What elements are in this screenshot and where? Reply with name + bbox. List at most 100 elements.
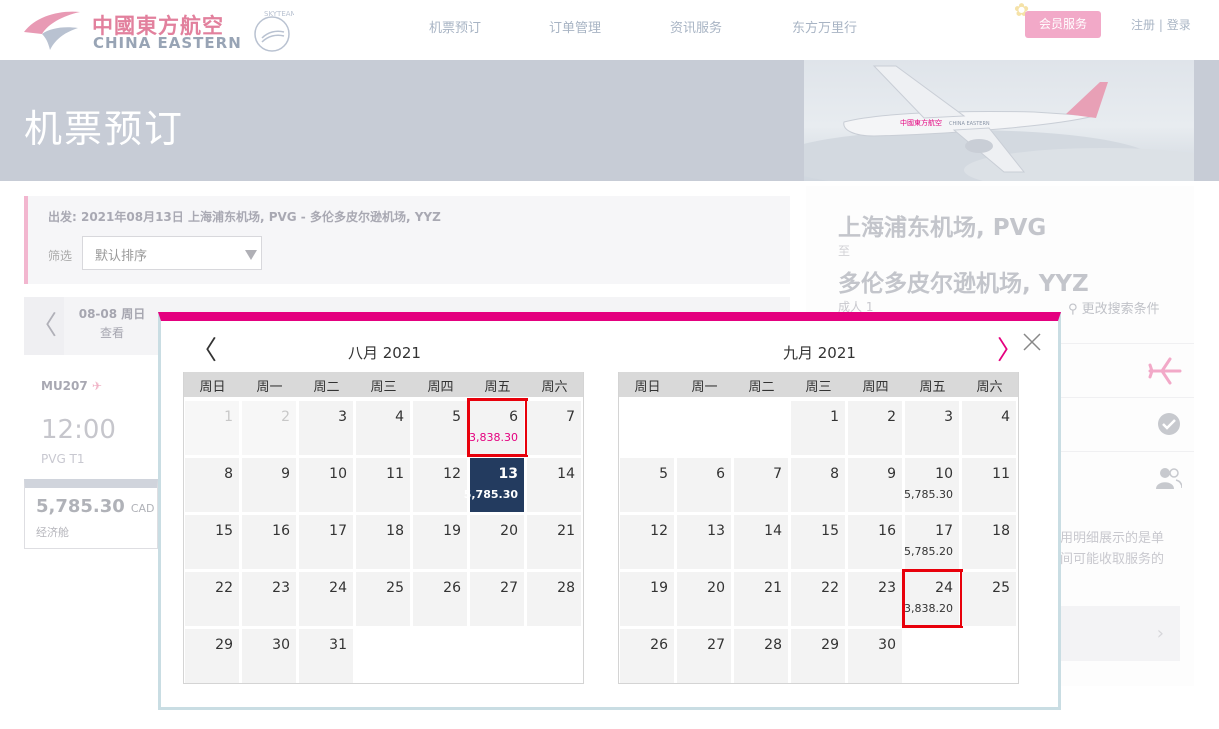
search-icon: ⚲ (1068, 302, 1078, 317)
calendar-day[interactable]: 7 (527, 401, 581, 455)
calendar-day[interactable]: 16 (848, 515, 902, 569)
calendar-day[interactable]: 24 (299, 572, 353, 626)
page-banner: 机票预订 中國東方航空 CHINA EASTERN (0, 60, 1219, 181)
calendar-day[interactable]: 13 (677, 515, 731, 569)
summary-row-passenger (1060, 451, 1194, 505)
search-summary: 出发: 2021年08月13日 上海浦东机场, PVG - 多伦多皮尔逊机场, … (24, 196, 790, 284)
calendar-day[interactable]: 15 (791, 515, 845, 569)
calendar-day-number: 14 (557, 466, 575, 482)
calendar-day[interactable]: 18 (356, 515, 410, 569)
flight-card[interactable]: MU207 ✈ 12:00 PVG T1 (24, 367, 158, 479)
calendar-day[interactable]: 16 (242, 515, 296, 569)
calendar-day[interactable]: 22 (791, 572, 845, 626)
calendar-day[interactable]: 12 (413, 458, 467, 512)
calendar-day[interactable]: 4 (962, 401, 1016, 455)
calendar-day[interactable]: 24 3,838.20 (904, 572, 959, 626)
calendar-day-number: 20 (707, 580, 725, 596)
calendar-day-number: 21 (764, 580, 782, 596)
next-month-button[interactable]: 〉 (997, 338, 1023, 364)
calendar-day[interactable]: 5 (413, 401, 467, 455)
calendar-day[interactable]: 4 (356, 401, 410, 455)
calendar-day[interactable]: 26 (413, 572, 467, 626)
fare-note: 用明细展示的是单 间可能收取服务的 (1060, 528, 1182, 570)
date-prev-button[interactable]: 〈 (24, 297, 64, 355)
calendar-day[interactable]: 27 (470, 572, 524, 626)
origin-airport: 上海浦东机场, PVG (838, 215, 1047, 241)
calendar-day[interactable]: 26 (620, 629, 674, 683)
calendar-day[interactable]: 28 (527, 572, 581, 626)
calendar-day[interactable]: 3 (299, 401, 353, 455)
calendar-day-number: 10 (935, 466, 953, 482)
calendar-day[interactable]: 10 (299, 458, 353, 512)
calendar-day[interactable]: 18 (962, 515, 1016, 569)
calendar-day-selected[interactable]: 13 5,785.30 (464, 458, 524, 512)
nav-item-orders[interactable]: 订单管理 (549, 17, 601, 36)
continue-button[interactable]: › (1060, 606, 1180, 661)
calendar-day-number: 26 (650, 637, 668, 653)
calendar-day[interactable]: 30 (848, 629, 902, 683)
calendar-day-number: 15 (821, 523, 839, 539)
calendar-day[interactable]: 17 (299, 515, 353, 569)
calendar-day[interactable]: 21 (734, 572, 788, 626)
calendar-day[interactable]: 31 (299, 629, 353, 683)
calendar-day[interactable]: 6 (677, 458, 731, 512)
calendar-day[interactable]: 1 (791, 401, 845, 455)
calendar-day[interactable]: 25 (962, 572, 1016, 626)
calendar-day: 2 (242, 401, 296, 455)
calendar-day[interactable]: 7 (734, 458, 788, 512)
nav-item-miles[interactable]: 东方万里行 (792, 17, 857, 36)
calendar-day-number: 8 (224, 466, 233, 482)
calendar-day[interactable]: 29 (185, 629, 239, 683)
calendar-day[interactable]: 8 (791, 458, 845, 512)
calendar-day[interactable]: 15 (185, 515, 239, 569)
fare-card[interactable]: 5,785.30 CAD 经济舱 (24, 479, 158, 549)
nav-item-booking[interactable]: 机票预订 (429, 17, 481, 36)
airplane-banner-image: 中國東方航空 CHINA EASTERN (804, 60, 1194, 181)
calendar-day[interactable]: 29 (791, 629, 845, 683)
prev-month-button[interactable]: 〈 (191, 338, 217, 364)
modify-search-link[interactable]: ⚲ 更改搜索条件 (1068, 298, 1160, 317)
calendar-day-price: 3,838.20 (904, 602, 953, 615)
passengers-icon (1156, 468, 1182, 489)
calendar-day[interactable]: 28 (734, 629, 788, 683)
calendar-day[interactable]: 27 (677, 629, 731, 683)
date-strip-item[interactable]: 08-08 周日 查看 (72, 305, 152, 343)
calendar-day[interactable]: 23 (848, 572, 902, 626)
calendar-day[interactable]: 17 5,785.20 (904, 515, 959, 569)
calendar-day[interactable]: 5 (620, 458, 674, 512)
calendar-day[interactable]: 19 (413, 515, 467, 569)
weekday-label: 周四 (862, 380, 889, 395)
calendar-day[interactable]: 6 3,838.30 (469, 401, 524, 455)
calendar-day[interactable]: 9 (848, 458, 902, 512)
calendar-day[interactable]: 10 5,785.30 (904, 458, 959, 512)
calendar-day[interactable]: 11 (962, 458, 1016, 512)
calendar-day[interactable]: 22 (185, 572, 239, 626)
calendar-day[interactable]: 20 (677, 572, 731, 626)
calendar-day-number: 9 (887, 466, 896, 482)
sort-select[interactable]: 默认排序 (82, 236, 262, 270)
calendar-day[interactable]: 8 (185, 458, 239, 512)
calendar-day[interactable]: 3 (905, 401, 959, 455)
china-eastern-logo[interactable]: 中國東方航空 CHINA EASTERN SKYTEAM (22, 6, 294, 56)
login-link[interactable]: 登录 (1167, 18, 1191, 32)
chevron-left-icon: 〈 (30, 311, 57, 341)
calendar-day[interactable]: 14 (734, 515, 788, 569)
close-icon[interactable] (1021, 331, 1043, 353)
chevron-right-icon: 〉 (997, 336, 1024, 366)
calendar-day[interactable]: 30 (242, 629, 296, 683)
weekday-label: 周二 (313, 380, 340, 395)
calendar-day[interactable]: 25 (356, 572, 410, 626)
calendar-day[interactable]: 23 (242, 572, 296, 626)
calendar-day[interactable]: 9 (242, 458, 296, 512)
calendar-day[interactable]: 21 (527, 515, 581, 569)
calendar-day[interactable]: 12 (620, 515, 674, 569)
calendar-day[interactable]: 20 (470, 515, 524, 569)
calendar-day[interactable]: 11 (356, 458, 410, 512)
calendar-day[interactable]: 14 (527, 458, 581, 512)
calendar-day-number: 30 (878, 637, 896, 653)
calendar-day[interactable]: 19 (620, 572, 674, 626)
member-service-button[interactable]: 会员服务 (1025, 11, 1101, 38)
nav-item-info[interactable]: 资讯服务 (670, 17, 722, 36)
calendar-day[interactable]: 2 (848, 401, 902, 455)
register-link[interactable]: 注册 (1131, 18, 1155, 32)
